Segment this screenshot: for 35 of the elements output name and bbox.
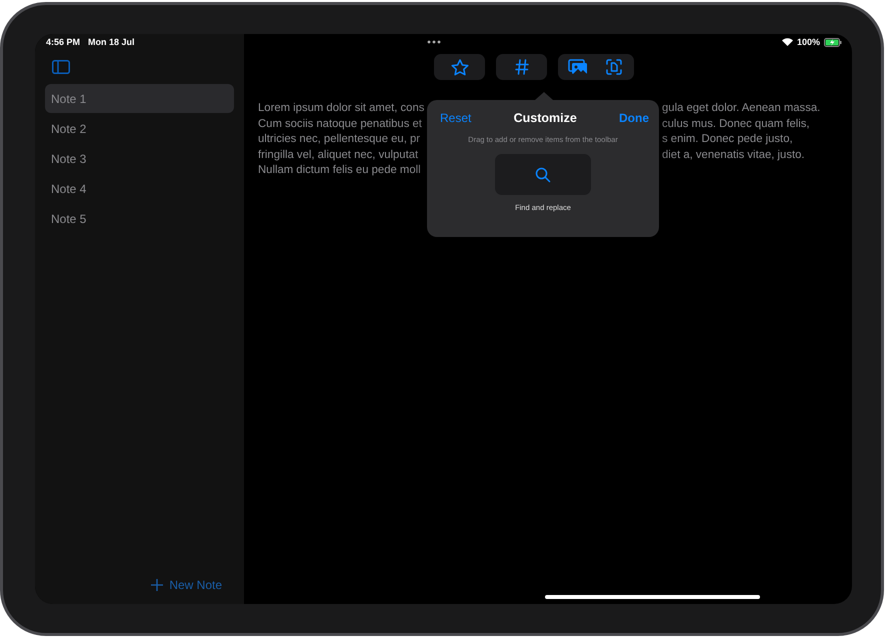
photos-icon (568, 59, 588, 75)
body-text-line: culus mus. Donec quam felis, (662, 116, 811, 132)
reset-button[interactable]: Reset (440, 111, 472, 125)
status-date: Mon 18 Jul (88, 37, 135, 47)
note-list-item[interactable]: Note 5 (45, 204, 234, 233)
body-text-line: Nullam dictum felis eu pede moll (258, 163, 422, 178)
note-list-item[interactable]: Note 1 (45, 84, 234, 113)
wifi-icon (782, 38, 793, 46)
search-icon (535, 166, 551, 182)
body-text-line: Lorem ipsum dolor sit amet, cons (258, 101, 424, 116)
scan-document-icon (606, 59, 622, 75)
note-list-item[interactable]: Note 3 (45, 144, 234, 173)
body-text-line: gula eget dolor. Aenean massa. (662, 101, 822, 116)
body-text-line: diet a, venenatis vitae, justo. (662, 148, 806, 162)
plus-icon (151, 579, 164, 591)
toolbar-item-tile[interactable] (495, 154, 591, 195)
status-time: 4:56 PM (46, 37, 80, 47)
body-text-line: s enim. Donec pede justo, (662, 132, 794, 147)
new-note-button[interactable]: New Note (151, 578, 222, 592)
body-text-line: ultricies nec, pellentesque eu, pr (258, 132, 422, 147)
more-dots-icon (427, 40, 441, 44)
toolbar-button[interactable] (450, 58, 470, 76)
sidebar-toggle-button[interactable] (52, 60, 70, 74)
star-icon (450, 58, 468, 76)
battery-percentage: 100% (796, 37, 820, 47)
body-text-line: fringilla vel, aliquet nec, vulputat (258, 148, 420, 162)
note-list-item[interactable]: Note 2 (45, 114, 234, 143)
hash-icon (514, 59, 528, 75)
toolbar-button[interactable] (604, 58, 624, 76)
toolbar-button[interactable] (568, 58, 588, 76)
body-text-line: Cum sociis natoque penatibus et (258, 116, 423, 132)
note-list-item[interactable]: Note 4 (45, 174, 234, 203)
done-button[interactable]: Done (619, 111, 649, 125)
sidebar-icon (52, 60, 70, 74)
popover-title: Customize (514, 111, 577, 125)
